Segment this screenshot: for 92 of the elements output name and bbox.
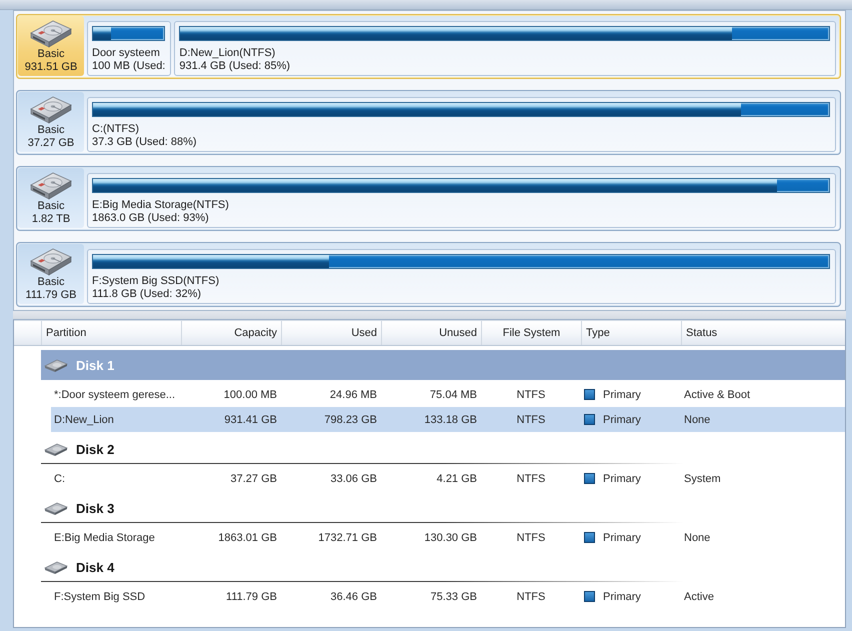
column-header[interactable]: Used — [281, 321, 381, 345]
table-cell-text: F:System Big SSD — [53, 590, 146, 602]
table-cell-text: NTFS — [516, 414, 546, 426]
column-header[interactable]: File System — [481, 321, 581, 345]
table-cell-text: None — [683, 414, 712, 426]
table-cell-text: E:Big Media Storage — [53, 532, 156, 544]
disk-size: 111.79 GB — [26, 289, 76, 302]
table-cell-text: 24.96 MB — [328, 388, 378, 400]
table-cell-text: 133.18 GB — [423, 414, 478, 426]
partition-name: D:New_Lion(NTFS) — [179, 47, 276, 60]
disk-type: Basic — [38, 48, 64, 61]
hard-drive-icon — [44, 501, 68, 515]
table-cell-text: None — [683, 532, 712, 544]
partition-row[interactable]: E:Big Media Storage 1863.01 GB 1732.71 GB 130.30 GB NTFS Primary None — [51, 525, 845, 550]
disk-name: Disk 3 — [76, 500, 114, 516]
table-cell: Primary — [603, 388, 641, 400]
hard-drive-icon — [44, 442, 68, 456]
hard-drive-icon — [30, 170, 72, 200]
table-cell-text: 4.21 GB — [436, 472, 478, 484]
table-cell: Primary — [603, 590, 641, 602]
table-cell-text: 1732.71 GB — [317, 532, 378, 544]
column-header[interactable]: Type — [581, 321, 681, 345]
partition-name: Door systeem — [92, 47, 161, 60]
hard-drive-icon — [30, 18, 72, 48]
partition-name: C:(NTFS) — [92, 123, 140, 136]
partition-row[interactable]: D:New_Lion 931.41 GB 798.23 GB 133.18 GB NTFS Primary None — [51, 407, 845, 432]
table-cell-text: NTFS — [516, 590, 546, 602]
partition-block[interactable]: E:Big Media Storage(NTFS) 1863.0 GB (Used: 93%) — [87, 173, 836, 228]
column-header[interactable]: Status — [681, 321, 845, 345]
partition-name: F:System Big SSD(NTFS) — [92, 275, 220, 288]
swatch-icon — [584, 473, 595, 484]
table-cell: Primary — [603, 472, 641, 484]
table-cell-text: 33.06 GB — [330, 472, 378, 484]
table-cell-text: Active — [683, 590, 715, 602]
partition-block[interactable]: D:New_Lion(NTFS) 931.4 GB (Used: 85%) — [174, 21, 836, 76]
table-cell: Primary — [603, 414, 641, 426]
table-cell-text: 931.41 GB — [223, 414, 278, 426]
swatch-icon — [584, 591, 595, 602]
partition-block[interactable]: F:System Big SSD(NTFS) 111.8 GB (Used: 32%) — [87, 249, 836, 304]
table-cell-text: 100.00 MB — [222, 388, 278, 400]
partition-usage: 37.3 GB (Used: 88%) — [92, 136, 198, 149]
splitter-bar[interactable] — [13, 311, 846, 320]
disk-size: 1.82 TB — [32, 213, 70, 226]
disk-name: Disk 1 — [76, 358, 114, 372]
table-cell-text: System — [683, 472, 722, 484]
partition-row[interactable]: *:Door systeem gerese... 100.00 MB 24.96 MB 75.04 MB NTFS Primary Active & Boot — [51, 382, 845, 407]
disk-card[interactable]: Basic 931.51 GB Door systeem 100 MB (Used: D:New_Lion(NTFS) 931.4 GB (Used: 85%) — [16, 14, 841, 79]
table-cell-text: 36.46 GB — [330, 590, 378, 602]
table-cell-text: 75.04 MB — [428, 388, 478, 400]
partition-block[interactable]: Door systeem 100 MB (Used: — [87, 21, 172, 76]
disk-size: 37.27 GB — [28, 137, 74, 150]
table-cell-text: D:New_Lion — [53, 414, 115, 426]
partition-usage: 100 MB (Used: — [92, 60, 166, 73]
column-header[interactable]: Unused — [381, 321, 481, 345]
hard-drive-icon — [44, 560, 68, 574]
partition-usage: 931.4 GB (Used: 85%) — [179, 60, 292, 73]
table-cell: Primary — [603, 532, 641, 544]
disk-type: Basic — [38, 124, 64, 137]
partition-block[interactable]: C:(NTFS) 37.3 GB (Used: 88%) — [87, 97, 836, 152]
partition-row[interactable]: F:System Big SSD 111.79 GB 36.46 GB 75.33 GB NTFS Primary Active — [51, 584, 845, 609]
disk-name: Disk 2 — [76, 442, 114, 456]
disk-card[interactable]: Basic 37.27 GB C:(NTFS) 37.3 GB (Used: 88%) — [16, 90, 841, 155]
hard-drive-icon — [30, 94, 72, 124]
table-cell-text: NTFS — [516, 532, 546, 544]
table-cell-text: 798.23 GB — [323, 414, 378, 426]
swatch-icon — [584, 389, 595, 400]
hard-drive-icon — [44, 358, 68, 372]
table-cell-text: C: — [53, 472, 66, 484]
table-cell-text: 130.30 GB — [423, 532, 478, 544]
disk-card[interactable]: Basic 1.82 TB E:Big Media Storage(NTFS) 1863.0 GB (Used: 93%) — [16, 166, 841, 231]
partition-row[interactable]: C: 37.27 GB 33.06 GB 4.21 GB NTFS Primary System — [51, 466, 845, 491]
table-cell-text: 1863.01 GB — [217, 532, 278, 544]
disk-name: Disk 4 — [76, 560, 114, 574]
table-cell-text: 111.79 GB — [225, 590, 278, 602]
disk-size: 931.51 GB — [24, 61, 78, 74]
hard-drive-icon — [30, 246, 72, 276]
table-cell-text: 37.27 GB — [230, 472, 278, 484]
partition-usage: 111.8 GB (Used: 32%) — [92, 288, 202, 301]
column-header[interactable]: Capacity — [181, 321, 281, 345]
table-cell-text: NTFS — [516, 472, 546, 484]
table-cell-text: NTFS — [516, 388, 546, 400]
partition-usage: 1863.0 GB (Used: 93%) — [92, 212, 210, 225]
swatch-icon — [584, 532, 595, 543]
disk-type: Basic — [38, 200, 64, 213]
disk-type: Basic — [38, 276, 64, 289]
table-cell-text: Active & Boot — [683, 388, 752, 400]
swatch-icon — [584, 414, 595, 425]
table-cell-text: *:Door systeem gerese... — [53, 388, 176, 400]
column-header[interactable]: Partition — [41, 321, 181, 345]
partition-name: E:Big Media Storage(NTFS) — [92, 199, 230, 212]
table-cell-text: 75.33 GB — [430, 590, 478, 602]
disk-card[interactable]: Basic 111.79 GB F:System Big SSD(NTFS) 111.8 GB (Used: 32%) — [16, 242, 841, 307]
